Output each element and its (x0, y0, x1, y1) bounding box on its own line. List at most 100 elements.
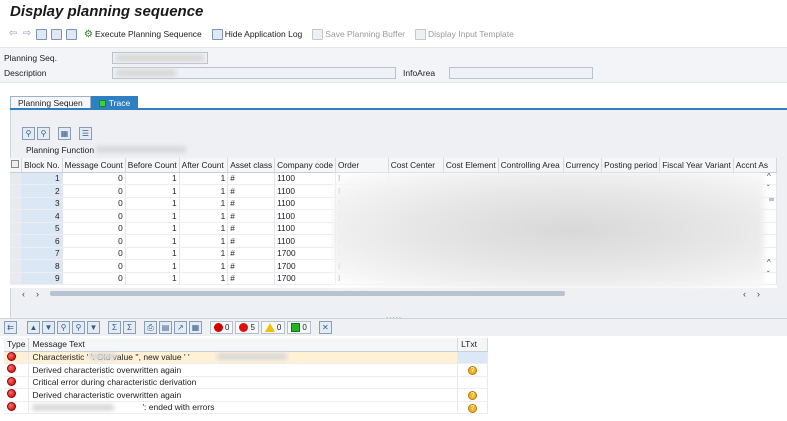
cell-company[interactable]: 1700 (274, 272, 336, 285)
row-selector[interactable] (10, 259, 23, 273)
cell-msg[interactable]: 0 (62, 184, 126, 198)
display-input-template-button[interactable]: Display Input Template (412, 26, 517, 42)
long-text-cell[interactable]: ? (457, 388, 488, 402)
column-header[interactable]: Company code (274, 158, 336, 173)
cell-after[interactable]: 1 (179, 184, 229, 198)
cell-msg[interactable]: 0 (62, 209, 126, 223)
scroll-right-icon[interactable]: › (36, 289, 50, 299)
row-selector[interactable] (10, 197, 23, 210)
column-header[interactable]: Fiscal Year Variant (659, 158, 734, 173)
find-icon[interactable]: ⚲ (57, 321, 70, 334)
cell-asset[interactable]: # (227, 247, 276, 260)
columns-icon[interactable]: ☰ (79, 126, 92, 140)
cell-block[interactable]: 9 (21, 272, 63, 285)
save-planning-buffer-button[interactable]: Save Planning Buffer (309, 26, 408, 42)
row-selector[interactable] (10, 234, 23, 248)
cell-block[interactable]: 8 (21, 259, 63, 273)
cell-asset[interactable]: # (227, 172, 276, 185)
row-selector[interactable] (10, 172, 23, 185)
cell-block[interactable]: 7 (21, 247, 63, 260)
scroll-left-icon[interactable]: ‹ (22, 289, 36, 299)
long-text-icon[interactable]: ? (468, 366, 478, 376)
column-header[interactable]: Before Count (125, 158, 180, 173)
error-count-filter[interactable]: 0 (210, 321, 234, 334)
cell-block[interactable]: 4 (21, 209, 63, 223)
forward-arrow-icon[interactable]: ⇨ (22, 29, 32, 39)
infoarea-field[interactable] (449, 67, 593, 79)
sum-icon[interactable]: Σ (108, 321, 121, 334)
filter-icon[interactable]: ▼ (87, 321, 100, 334)
scroll-thumb[interactable] (769, 198, 774, 201)
row-selector[interactable] (10, 247, 23, 260)
find-next-icon[interactable]: ⚲ (37, 126, 50, 140)
log-row[interactable]: Derived characteristic overwritten again… (4, 363, 488, 377)
column-header[interactable]: Block No. (21, 158, 63, 173)
column-header[interactable]: Message Count (62, 158, 126, 173)
cell-msg[interactable]: 0 (62, 234, 126, 248)
cell-block[interactable]: 1 (21, 172, 63, 185)
cell-company[interactable]: 1100 (274, 172, 336, 185)
cell-block[interactable]: 5 (21, 222, 63, 235)
cell-asset[interactable]: # (227, 234, 276, 248)
cell-before[interactable]: 1 (125, 259, 180, 273)
column-header[interactable]: Cost Center (388, 158, 444, 173)
cell-msg[interactable]: 0 (62, 247, 126, 260)
subtotal-icon[interactable]: Σ (123, 321, 136, 334)
cell-before[interactable]: 1 (125, 272, 180, 285)
sort-desc-icon[interactable]: ▼ (42, 321, 55, 334)
layout-icon[interactable]: ▦ (58, 126, 71, 140)
find-icon[interactable]: ⚲ (22, 126, 35, 140)
hierarchy-icon[interactable] (51, 28, 62, 40)
column-header[interactable]: Message Text (28, 338, 459, 352)
log-row[interactable]: Derived characteristic overwritten again… (4, 388, 488, 402)
column-header[interactable]: Asset class (227, 158, 276, 173)
cell-company[interactable]: 1100 (274, 197, 336, 210)
column-header[interactable]: Currency (563, 158, 603, 173)
cell-after[interactable]: 1 (179, 172, 229, 185)
row-selector[interactable] (10, 272, 23, 285)
scroll-down-icon[interactable]: ˇ (767, 270, 770, 279)
export-icon[interactable]: ↗ (174, 321, 187, 334)
cell-before[interactable]: 1 (125, 222, 180, 235)
scroll-up-icon[interactable]: ^ (767, 172, 771, 181)
cell-block[interactable]: 2 (21, 184, 63, 198)
column-header[interactable]: Type (4, 338, 30, 352)
column-header[interactable]: Cost Element (443, 158, 499, 173)
select-all-icon[interactable] (10, 158, 23, 173)
execute-planning-sequence-button[interactable]: ⚙ Execute Planning Sequence (81, 26, 205, 42)
cell-asset[interactable]: # (227, 222, 276, 235)
row-selector[interactable] (10, 222, 23, 235)
cell-msg[interactable]: 0 (62, 222, 126, 235)
cell-msg[interactable]: 0 (62, 172, 126, 185)
cell-asset[interactable]: # (227, 184, 276, 198)
hide-application-log-button[interactable]: Hide Application Log (209, 26, 306, 42)
cell-after[interactable]: 1 (179, 209, 229, 223)
column-header[interactable]: LTxt (457, 338, 488, 352)
cell-company[interactable]: 1100 (274, 234, 336, 248)
view-icon[interactable]: ▤ (159, 321, 172, 334)
cell-msg[interactable]: 0 (62, 272, 126, 285)
red-message-count-filter[interactable]: 5 (235, 321, 259, 334)
cell-after[interactable]: 1 (179, 222, 229, 235)
cell-msg[interactable]: 0 (62, 197, 126, 210)
cell-block[interactable]: 6 (21, 234, 63, 248)
cell-after[interactable]: 1 (179, 234, 229, 248)
cell-asset[interactable]: # (227, 259, 276, 273)
cell-before[interactable]: 1 (125, 197, 180, 210)
cell-after[interactable]: 1 (179, 197, 229, 210)
cell-asset[interactable]: # (227, 272, 276, 285)
cell-before[interactable]: 1 (125, 209, 180, 223)
print-icon[interactable]: ⎙ (144, 321, 157, 334)
column-header[interactable]: Accnt As (733, 158, 777, 173)
cell-block[interactable]: 3 (21, 197, 63, 210)
scroll-right-icon[interactable]: › (757, 289, 767, 299)
cell-before[interactable]: 1 (125, 184, 180, 198)
cell-before[interactable]: 1 (125, 172, 180, 185)
find-next-icon[interactable]: ⚲ (72, 321, 85, 334)
cell-before[interactable]: 1 (125, 247, 180, 260)
cell-before[interactable]: 1 (125, 234, 180, 248)
cell-asset[interactable]: # (227, 209, 276, 223)
expand-icon[interactable]: ⇇ (4, 321, 17, 334)
cell-company[interactable]: 1100 (274, 222, 336, 235)
cell-after[interactable]: 1 (179, 272, 229, 285)
